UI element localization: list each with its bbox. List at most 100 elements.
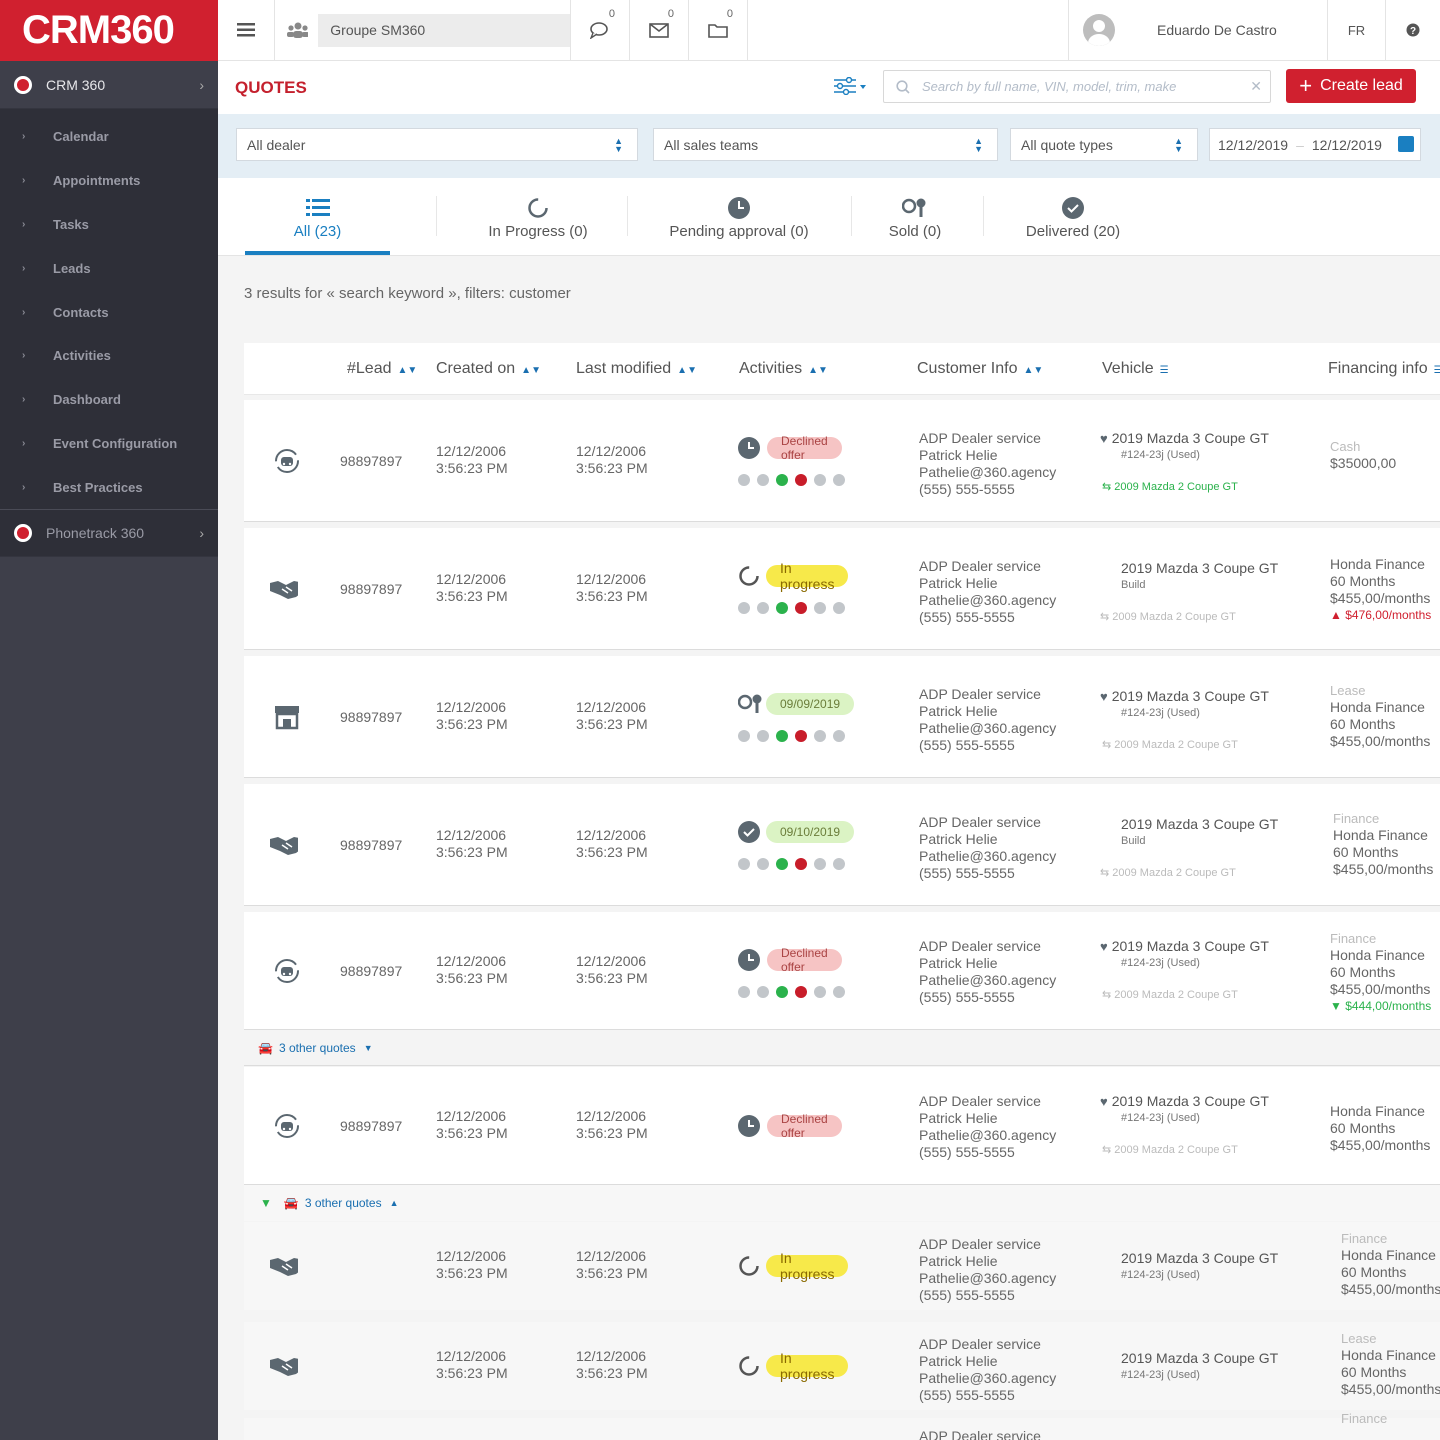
table-row[interactable]: ADP Dealer service Finance [244,1411,1440,1440]
table-row[interactable]: 98897897 12/12/2006 3:56:23 PM 12/12/2006 3:… [244,912,1440,1030]
sidebar-item-event-configuration[interactable]: › Event Configuration [0,422,218,466]
folder-button[interactable]: 0 [689,0,748,60]
column-modified[interactable]: Last modified ▲▼ [576,360,697,378]
column-customer[interactable]: Customer Info ▲▼ [917,360,1043,378]
sidebar-item-contacts[interactable]: › Contacts [0,290,218,334]
customer-info[interactable]: ADP Dealer service Patrick Helie Pathelie@… [919,686,1056,754]
table-row[interactable]: 98897897 12/12/2006 3:56:23 PM 12/12/2006 3:… [244,784,1440,906]
activity-dot[interactable] [757,858,769,870]
activity-dot[interactable] [795,602,807,614]
activity-dot[interactable] [738,602,750,614]
user-menu[interactable]: Eduardo De Castro [1068,0,1328,60]
mail-button[interactable]: 0 [630,0,689,60]
activity-dot[interactable] [814,986,826,998]
table-row[interactable]: 98897897 12/12/2006 3:56:23 PM 12/12/2006 3:… [244,1067,1440,1185]
activity-dot[interactable] [757,986,769,998]
activity-dot[interactable] [776,730,788,742]
table-row[interactable]: 98897897 12/12/2006 3:56:23 PM 12/12/2006 3:… [244,656,1440,778]
vehicle-info[interactable]: 2019 Mazda 3 Coupe GT Build ⇆ 2009 Mazda 2… [1100,816,1278,882]
customer-info[interactable]: ADP Dealer service Patrick Helie Pathelie@… [919,814,1056,882]
tab-pending-approval[interactable]: Pending approval (0) [668,178,810,256]
customer-info[interactable]: ADP Dealer service Patrick Helie Pathelie@… [919,430,1056,498]
customer-info[interactable]: ADP Dealer service Patrick Helie Pathelie@… [919,1336,1056,1404]
activity-dot[interactable] [833,858,845,870]
column-activities[interactable]: Activities ▲▼ [739,360,828,378]
activity-dot[interactable] [795,730,807,742]
column-financing[interactable]: Financing info ☰ [1328,360,1440,378]
language-button[interactable]: FR [1328,0,1386,60]
sidebar-item-appointments[interactable]: › Appointments [0,159,218,203]
quote-types-select[interactable]: All quote types ▲ ▼ [1010,128,1198,161]
activity-dot[interactable] [738,986,750,998]
table-row[interactable]: 12/12/2006 3:56:23 PM 12/12/2006 3:56:23 PM… [244,1322,1440,1410]
table-row[interactable]: 98897897 12/12/2006 3:56:23 PM 12/12/2006 3:… [244,528,1440,650]
vehicle-info[interactable]: ♥ 2019 Mazda 3 Coupe GT #124-23j (Used) ⇆ 2… [1100,430,1269,496]
activity-dot[interactable] [833,474,845,486]
activity-dot[interactable] [757,602,769,614]
column-created[interactable]: Created on ▲▼ [436,360,541,378]
column-lead[interactable]: #Lead ▲▼ [347,360,417,378]
lead-number[interactable]: 98897897 [340,837,402,854]
sales-teams-select[interactable]: All sales teams ▲ ▼ [653,128,998,161]
sidebar-item-calendar[interactable]: › Calendar [0,115,218,159]
activity-dot[interactable] [738,474,750,486]
activity-dot[interactable] [833,730,845,742]
table-row[interactable]: 12/12/2006 3:56:23 PM 12/12/2006 3:56:23 PM… [244,1222,1440,1310]
lead-number[interactable]: 98897897 [340,1118,402,1135]
other-quotes-toggle[interactable]: 🚘 3 other quotes ▼ [244,1030,1440,1066]
sidebar-item-best-practices[interactable]: › Best Practices [0,465,218,509]
activity-dot[interactable] [795,858,807,870]
activity-dot[interactable] [757,474,769,486]
sidebar-item-leads[interactable]: › Leads [0,246,218,290]
sidebar-item-dashboard[interactable]: › Dashboard [0,378,218,422]
activity-dot[interactable] [776,986,788,998]
tab-all[interactable]: All (23) [245,178,390,256]
create-lead-button[interactable]: + Create lead [1286,69,1416,103]
crm360-logo[interactable]: CRM360 [0,0,218,61]
sidebar-app-crm360[interactable]: CRM 360 › [0,61,218,109]
lead-number[interactable]: 98897897 [340,963,402,980]
vehicle-info[interactable]: ♥ 2019 Mazda 3 Coupe GT #124-23j (Used) ⇆ 2… [1100,1093,1269,1159]
vehicle-info[interactable]: 2019 Mazda 3 Coupe GT #124-23j (Used) [1121,1250,1278,1284]
activity-dot[interactable] [776,602,788,614]
activity-dot[interactable] [814,858,826,870]
clear-search-icon[interactable]: ✕ [1250,78,1262,95]
vehicle-info[interactable]: 2019 Mazda 3 Coupe GT #124-23j (Used) [1121,1350,1278,1384]
sidebar-item-activities[interactable]: › Activities [0,334,218,378]
filter-settings-button[interactable] [834,76,866,100]
customer-info[interactable]: ADP Dealer service Patrick Helie Pathelie@… [919,558,1056,626]
customer-info[interactable]: ADP Dealer service Patrick Helie Pathelie@… [919,1236,1056,1304]
sidebar-item-tasks[interactable]: › Tasks [0,203,218,247]
activity-dot[interactable] [795,986,807,998]
activity-dot[interactable] [814,602,826,614]
activity-dot[interactable] [776,858,788,870]
menu-toggle-button[interactable] [218,0,275,60]
lead-number[interactable]: 98897897 [340,453,402,470]
dealer-select[interactable]: All dealer ▲ ▼ [236,128,638,161]
other-quotes-toggle[interactable]: ▼ 🚘 3 other quotes ▲ [244,1185,1440,1221]
activity-dot[interactable] [757,730,769,742]
activity-dot[interactable] [833,602,845,614]
table-row[interactable]: 98897897 12/12/2006 3:56:23 PM 12/12/2006 3:… [244,400,1440,522]
vehicle-info[interactable]: 2019 Mazda 3 Coupe GT Build ⇆ 2009 Mazda 2… [1100,560,1278,626]
group-selector[interactable]: Groupe SM360 [275,0,571,60]
customer-info[interactable]: ADP Dealer service Patrick Helie Pathelie@… [919,1093,1056,1161]
sidebar-app-phonetrack[interactable]: Phonetrack 360 › [0,509,218,558]
activity-dot[interactable] [776,474,788,486]
date-range-picker[interactable]: 12/12/2019 – 12/12/2019 [1209,128,1421,161]
customer-info[interactable]: ADP Dealer service Patrick Helie Pathelie@… [919,938,1056,1006]
calendar-icon[interactable] [1398,136,1414,152]
help-button[interactable]: ? [1386,0,1440,60]
activity-dot[interactable] [738,730,750,742]
chat-button[interactable]: 0 [571,0,630,60]
vehicle-info[interactable]: ♥ 2019 Mazda 3 Coupe GT #124-23j (Used) ⇆ 2… [1100,688,1269,754]
search-input[interactable]: Search by full name, VIN, model, trim, m… [883,70,1271,103]
vehicle-info[interactable]: ♥ 2019 Mazda 3 Coupe GT #124-23j (Used) ⇆ 2… [1100,938,1269,1004]
tab-in-progress[interactable]: In Progress (0) [478,178,598,256]
lead-number[interactable]: 98897897 [340,581,402,598]
activity-dot[interactable] [738,858,750,870]
column-vehicle[interactable]: Vehicle ☰ [1102,360,1169,378]
activity-dot[interactable] [814,474,826,486]
tab-delivered[interactable]: Delivered (20) [1020,178,1126,256]
activity-dot[interactable] [833,986,845,998]
